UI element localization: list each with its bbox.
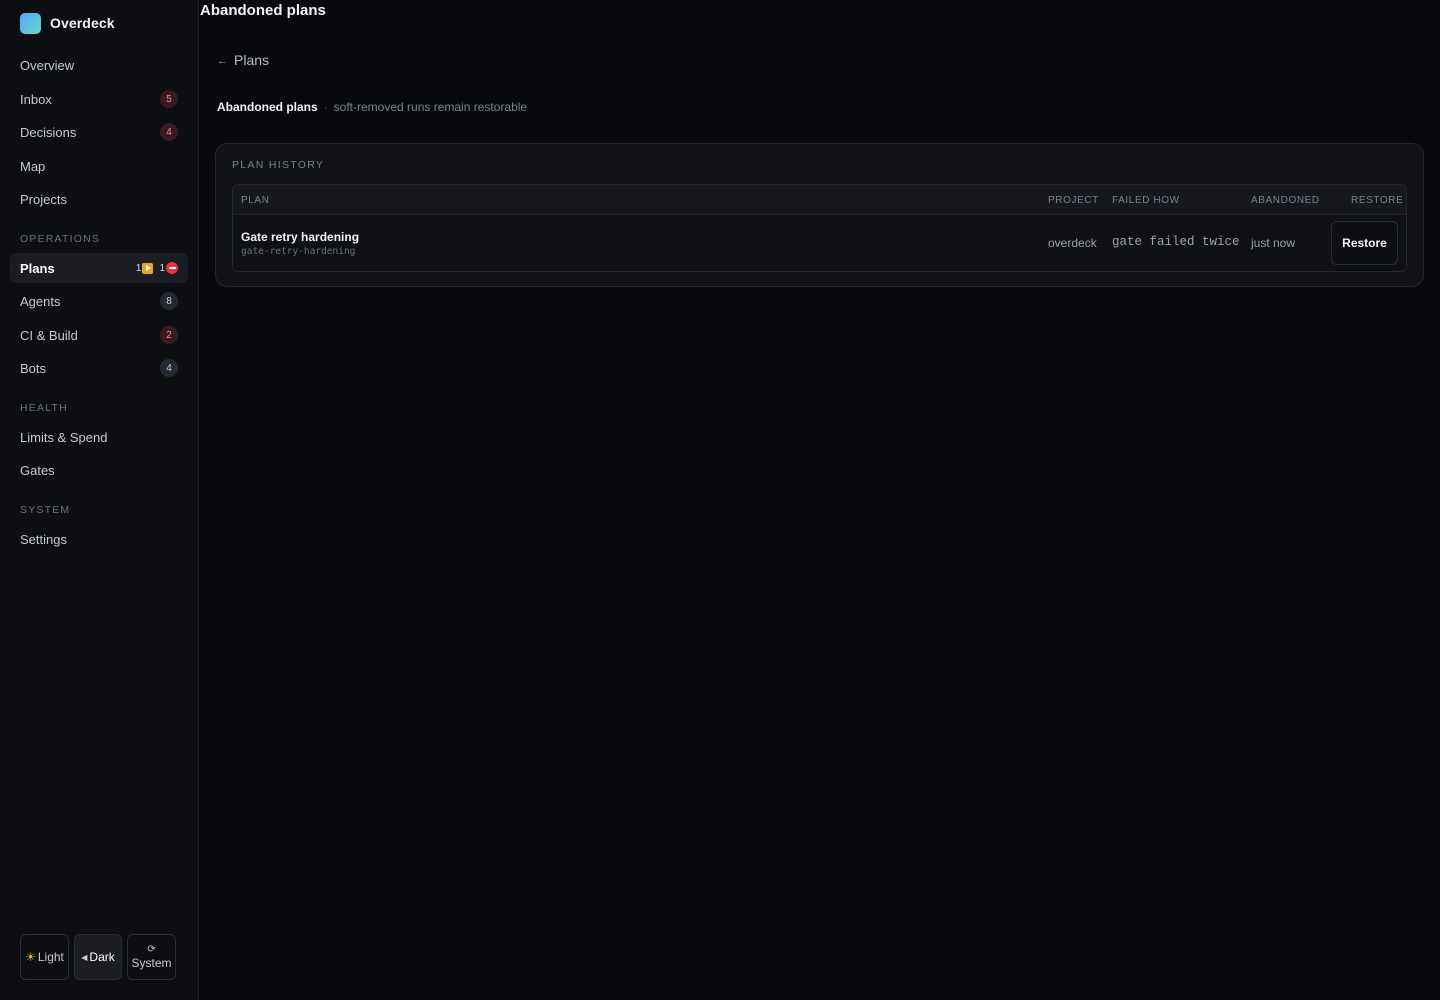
sidebar-item-gates[interactable]: Gates <box>10 455 188 485</box>
sidebar-item-decisions[interactable]: Decisions 4 <box>10 117 188 147</box>
subheading-title: Abandoned plans <box>217 100 318 114</box>
plan-name: Gate retry hardening <box>241 230 360 244</box>
sidebar-item-label: Settings <box>20 531 67 547</box>
sidebar-item-label: Limits & Spend <box>20 429 108 445</box>
sidebar-item-overview[interactable]: Overview <box>10 50 188 80</box>
table-header: PLAN PROJECT FAILED HOW ABANDONED RESTOR… <box>233 185 1406 215</box>
sidebar-item-label: Inbox <box>20 91 52 107</box>
plan-abandoned-time: just now <box>1251 236 1296 250</box>
table-row: Gate retry hardening gate-retry-hardenin… <box>233 215 1406 271</box>
column-header-restore: RESTORE <box>1351 195 1404 206</box>
no-entry-icon <box>166 262 178 274</box>
page-subheading: Abandoned plans · soft-removed runs rema… <box>217 100 527 114</box>
sidebar-item-label: Plans <box>20 260 55 276</box>
app-root: Overdeck Overview Inbox 5 Decisions 4 Ma… <box>0 0 1440 1000</box>
sidebar-item-label: Gates <box>20 462 55 478</box>
theme-system-button[interactable]: ⟳ System <box>127 934 176 980</box>
brand-name: Overdeck <box>50 15 115 31</box>
moon-icon: ◀ <box>81 952 88 962</box>
blocked-count: 1 <box>159 262 165 274</box>
theme-dark-label: Dark <box>89 950 115 964</box>
column-header-plan: PLAN <box>241 195 270 206</box>
section-label-operations: OPERATIONS <box>20 233 101 245</box>
sidebar-item-plans[interactable]: Plans 1 1 <box>10 253 188 283</box>
sidebar-item-agents[interactable]: Agents 8 <box>10 286 188 316</box>
page-title: Abandoned plans <box>200 2 326 19</box>
section-label-system: SYSTEM <box>20 504 71 516</box>
plan-failed-how: gate failed twice <box>1112 235 1240 249</box>
sidebar-item-label: CI & Build <box>20 327 78 343</box>
arrow-left-icon: ← <box>217 55 228 67</box>
sidebar: Overdeck Overview Inbox 5 Decisions 4 Ma… <box>0 0 199 1000</box>
running-count: 1 <box>135 262 142 274</box>
theme-light-button[interactable]: ☀ Light <box>20 934 69 980</box>
theme-switcher: ☀ Light ◀ Dark ⟳ System <box>20 934 176 980</box>
section-label-health: HEALTH <box>20 402 68 414</box>
system-icon: ⟳ <box>147 943 156 955</box>
theme-dark-button[interactable]: ◀ Dark <box>74 934 122 980</box>
sidebar-item-map[interactable]: Map <box>10 151 188 181</box>
restore-button[interactable]: Restore <box>1331 221 1398 265</box>
subheading-separator: · <box>323 100 328 114</box>
subheading-note: soft-removed runs remain restorable <box>333 100 528 114</box>
sidebar-item-limits-spend[interactable]: Limits & Spend <box>10 422 188 452</box>
sidebar-item-label: Projects <box>20 191 67 207</box>
sidebar-item-label: Bots <box>20 360 47 376</box>
play-icon <box>142 262 154 274</box>
running-plans-badge: 1 <box>135 262 154 274</box>
blocked-plans-badge: 1 <box>159 262 178 274</box>
sidebar-item-ci-build[interactable]: CI & Build 2 <box>10 320 188 350</box>
brand[interactable]: Overdeck <box>20 12 115 34</box>
card-title: PLAN HISTORY <box>232 159 325 171</box>
sidebar-item-inbox[interactable]: Inbox 5 <box>10 84 188 114</box>
sidebar-item-settings[interactable]: Settings <box>10 524 188 554</box>
theme-light-label: Light <box>37 950 64 964</box>
plan-project: overdeck <box>1048 236 1097 250</box>
ci-build-count-badge: 2 <box>160 326 178 344</box>
sidebar-item-bots[interactable]: Bots 4 <box>10 353 188 383</box>
sun-icon: ☀ <box>25 950 36 964</box>
decisions-count-badge: 4 <box>160 123 178 141</box>
back-to-plans-link[interactable]: ← Plans <box>217 52 269 68</box>
sidebar-item-label: Agents <box>20 293 61 309</box>
agents-count-badge: 8 <box>160 292 178 310</box>
theme-system-label: System <box>131 955 172 970</box>
back-link-label: Plans <box>234 52 270 68</box>
logo-icon <box>20 12 41 34</box>
sidebar-item-label: Map <box>20 158 46 174</box>
inbox-count-badge: 5 <box>160 90 178 108</box>
bots-count-badge: 4 <box>160 359 178 377</box>
plan-slug: gate-retry-hardening <box>241 246 356 257</box>
plan-history-table: PLAN PROJECT FAILED HOW ABANDONED RESTOR… <box>232 184 1407 272</box>
column-header-project: PROJECT <box>1048 195 1099 206</box>
sidebar-item-label: Decisions <box>20 124 77 140</box>
sidebar-item-label: Overview <box>20 57 75 73</box>
sidebar-item-projects[interactable]: Projects <box>10 184 188 214</box>
column-header-abandoned: ABANDONED <box>1251 195 1320 206</box>
plan-status-badges: 1 1 <box>136 262 178 274</box>
plan-history-card: PLAN HISTORY PLAN PROJECT FAILED HOW ABA… <box>215 143 1424 287</box>
column-header-failed-how: FAILED HOW <box>1112 195 1180 206</box>
